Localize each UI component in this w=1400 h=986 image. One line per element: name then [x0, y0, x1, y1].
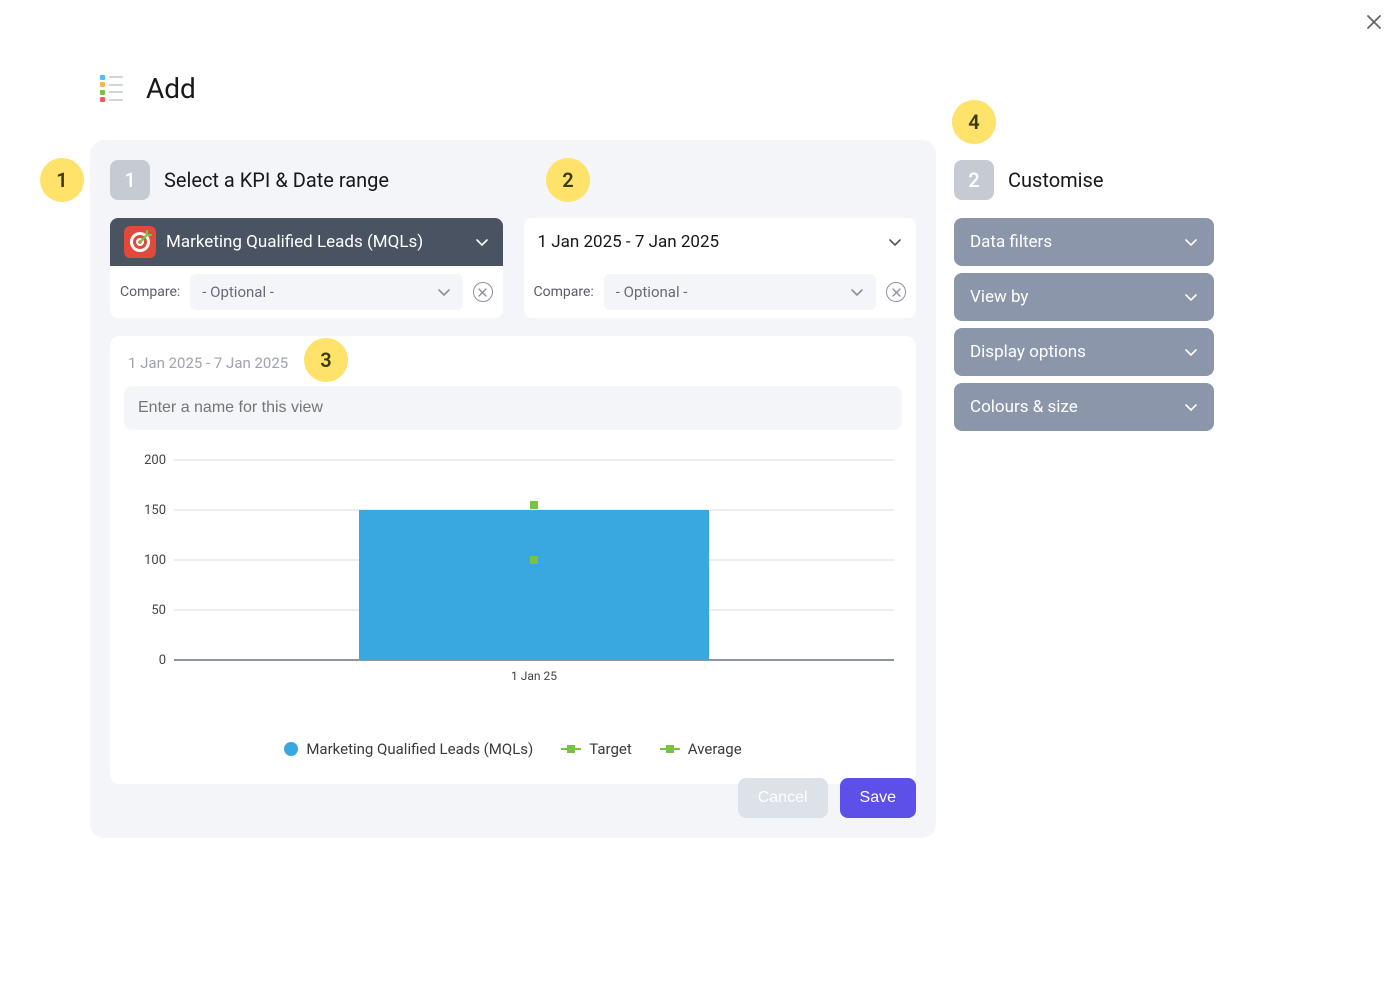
chart-legend: Marketing Qualified Leads (MQLs) Target …	[124, 740, 902, 758]
step2-header: 2 Customise	[954, 160, 1214, 200]
preview-date-subtitle: 1 Jan 2025 - 7 Jan 2025	[124, 354, 902, 372]
chevron-down-icon	[437, 285, 451, 299]
legend-average: Average	[660, 740, 742, 758]
customise-sidebar: 2 Customise Data filters View by Display…	[954, 140, 1214, 438]
legend-series: Marketing Qualified Leads (MQLs)	[284, 740, 533, 758]
chevron-down-icon	[1184, 400, 1198, 414]
svg-text:200: 200	[144, 453, 166, 468]
annotation-1: 1	[40, 158, 84, 202]
date-compare-clear[interactable]	[886, 282, 906, 302]
svg-text:100: 100	[144, 553, 166, 568]
chevron-down-icon	[475, 235, 489, 249]
date-compare-select[interactable]: - Optional -	[604, 274, 876, 310]
chevron-down-icon	[1184, 345, 1198, 359]
annotation-2: 2	[546, 158, 590, 202]
kpi-compare-row: Compare: - Optional -	[110, 266, 503, 318]
step2-number: 2	[954, 160, 994, 200]
main-panel: 1 Select a KPI & Date range Marketing Qu…	[90, 140, 936, 838]
kpi-selector[interactable]: Marketing Qualified Leads (MQLs)	[110, 218, 503, 266]
step1-number: 1	[110, 160, 150, 200]
save-button[interactable]: Save	[840, 778, 916, 818]
circle-icon	[284, 742, 298, 756]
cancel-button[interactable]: Cancel	[738, 778, 828, 818]
accordion-view-by[interactable]: View by	[954, 273, 1214, 321]
x-icon	[892, 288, 901, 297]
accordion-display-options[interactable]: Display options	[954, 328, 1214, 376]
square-marker-icon	[660, 745, 680, 753]
date-range-selector[interactable]: 1 Jan 2025 - 7 Jan 2025	[524, 218, 917, 266]
close-button[interactable]	[1366, 14, 1382, 30]
chevron-down-icon	[888, 235, 902, 249]
date-range-label: 1 Jan 2025 - 7 Jan 2025	[538, 232, 720, 252]
square-marker-icon	[561, 745, 581, 753]
chevron-down-icon	[1184, 235, 1198, 249]
step2-title: Customise	[1008, 168, 1103, 192]
accordion-data-filters[interactable]: Data filters	[954, 218, 1214, 266]
target-icon	[124, 226, 156, 258]
chevron-down-icon	[1184, 290, 1198, 304]
preview-card: 1 Jan 2025 - 7 Jan 2025 0 50 100 150 200 1 Ja…	[110, 336, 916, 784]
view-name-input[interactable]	[124, 386, 902, 430]
svg-text:150: 150	[144, 503, 166, 518]
chart: 0 50 100 150 200 1 Jan 25 Marketing Qualified…	[124, 450, 902, 758]
svg-text:1 Jan 25: 1 Jan 25	[511, 669, 557, 683]
kpi-compare-select[interactable]: - Optional -	[190, 274, 462, 310]
date-compare-label: Compare:	[534, 284, 594, 300]
annotation-4: 4	[952, 100, 996, 144]
kpi-compare-clear[interactable]	[473, 282, 493, 302]
legend-target: Target	[561, 740, 632, 758]
page-title: Add	[146, 72, 196, 105]
svg-text:50: 50	[151, 603, 166, 618]
annotation-3: 3	[304, 338, 348, 382]
list-icon	[100, 74, 130, 104]
kpi-selector-label: Marketing Qualified Leads (MQLs)	[166, 232, 423, 252]
x-icon	[478, 288, 487, 297]
chevron-down-icon	[850, 285, 864, 299]
accordion-colours-size[interactable]: Colours & size	[954, 383, 1214, 431]
step1-title: Select a KPI & Date range	[164, 168, 389, 192]
date-compare-row: Compare: - Optional -	[524, 266, 917, 318]
svg-text:0: 0	[159, 653, 166, 668]
kpi-compare-label: Compare:	[120, 284, 180, 300]
close-icon	[1366, 14, 1382, 30]
step1-header: 1 Select a KPI & Date range	[110, 160, 916, 200]
